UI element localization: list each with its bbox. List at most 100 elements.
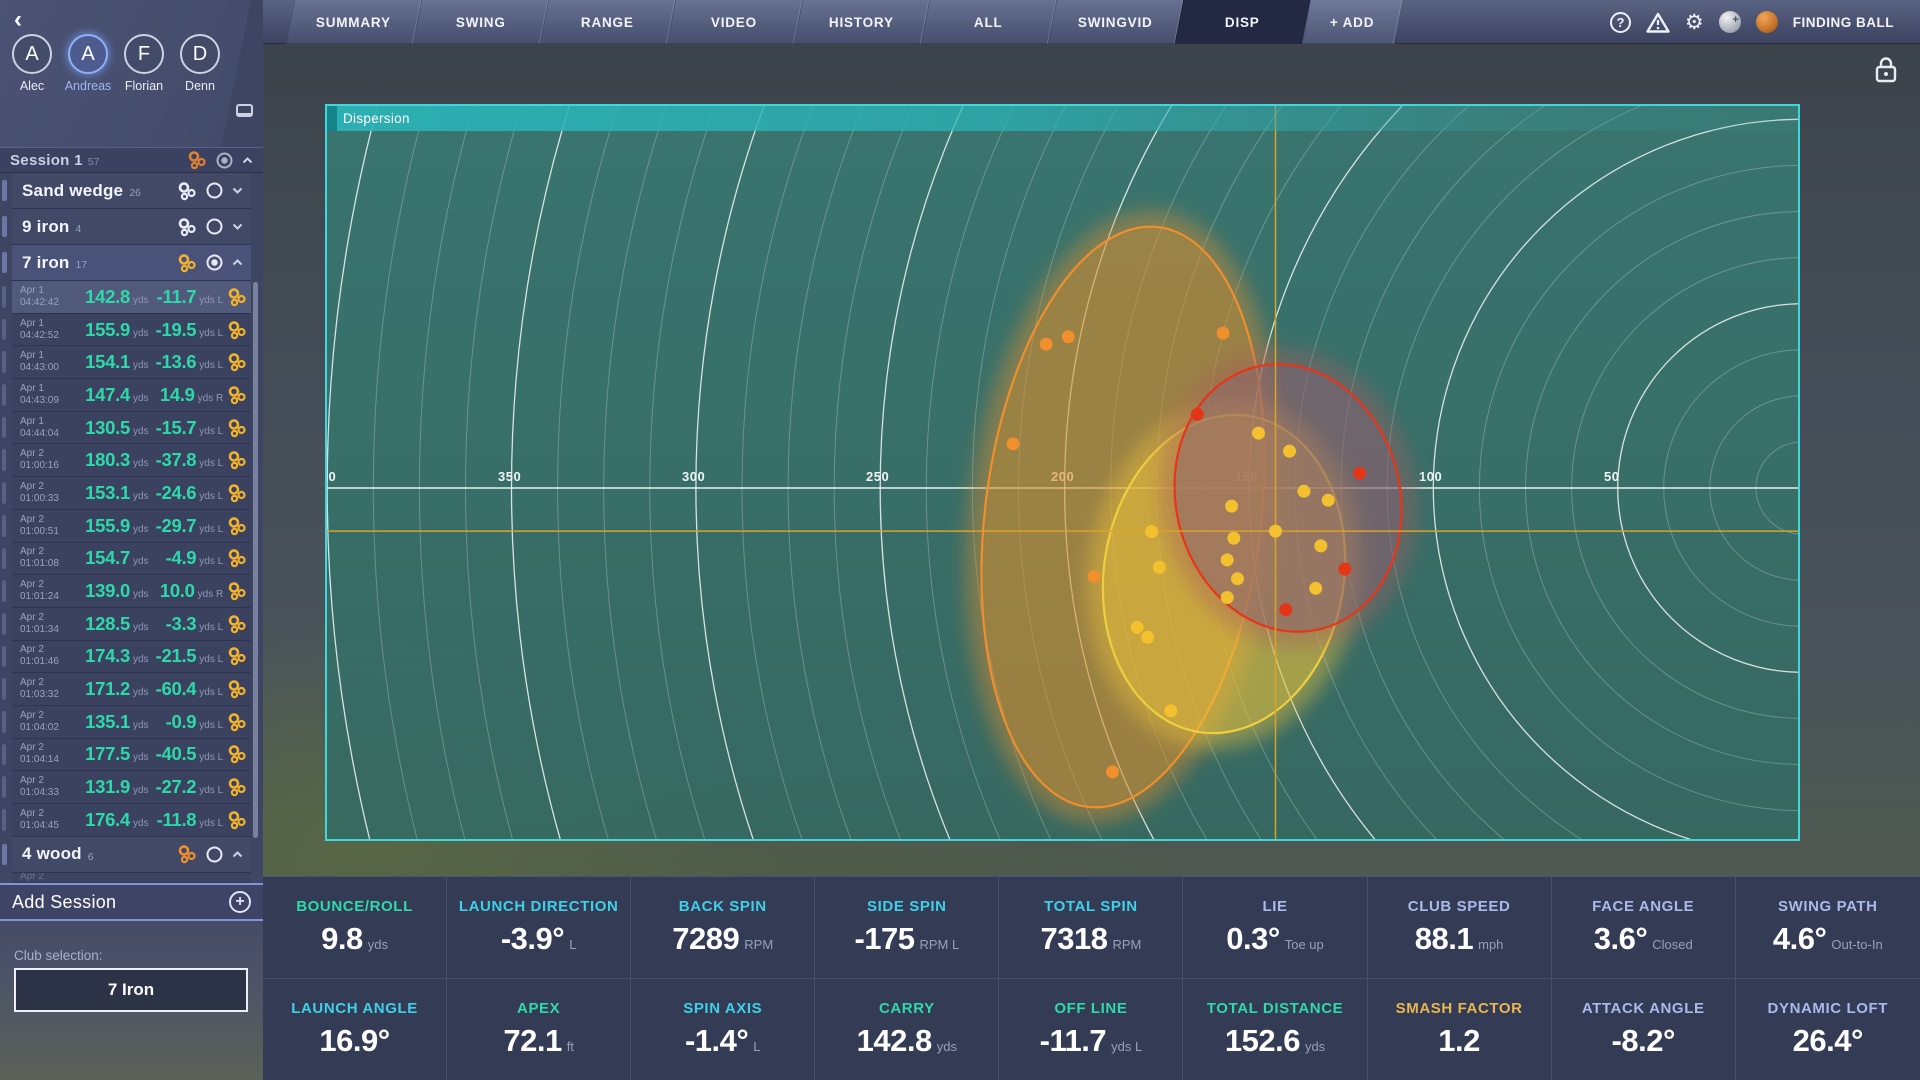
dispersion-panel-title: Dispersion	[327, 106, 1798, 131]
shot-dot-7-iron[interactable]	[1252, 427, 1265, 440]
shot-row[interactable]: Apr 201:04:33131.9yds-27.2yds L	[12, 771, 251, 804]
shot-dot-7-iron[interactable]	[1231, 572, 1244, 585]
shot-dot-7-iron[interactable]	[1225, 500, 1238, 513]
club-row-icons	[177, 217, 243, 237]
shot-row[interactable]: Apr 201:04:14177.5yds-40.5yds L	[12, 739, 251, 772]
club-row-7-iron[interactable]: 7 iron17	[12, 245, 251, 281]
shot-dot-4-wood[interactable]	[1106, 765, 1119, 778]
shot-row[interactable]: Apr 104:43:00154.1yds-13.6yds L	[12, 346, 251, 379]
session-header[interactable]: Session 1 57	[0, 147, 263, 173]
shot-dot-7-iron[interactable]	[1131, 621, 1144, 634]
tab-disp[interactable]: DISP	[1175, 0, 1311, 44]
shot-icon	[223, 483, 251, 503]
shot-row[interactable]: Apr 201:01:24139.0yds10.0yds R	[12, 575, 251, 608]
shot-time: 04:42:42	[20, 297, 69, 309]
shot-row[interactable]: Apr 201:00:33153.1yds-24.6yds L	[12, 477, 251, 510]
player-avatar-denn[interactable]: DDenn	[176, 34, 224, 93]
chevron-up-icon[interactable]	[232, 259, 243, 266]
chevron-down-icon[interactable]	[232, 187, 243, 194]
selected-club-toggle-icon[interactable]	[215, 151, 234, 170]
tab-all[interactable]: ALL	[921, 0, 1057, 44]
chevron-up-icon[interactable]	[242, 157, 253, 164]
shot-dot-7-iron[interactable]	[1309, 582, 1322, 595]
ring-label-300: 300	[682, 469, 705, 484]
club-toggle-icon[interactable]	[205, 181, 224, 200]
shot-row[interactable]: Apr 104:44:04130.5yds-15.7yds L	[12, 412, 251, 445]
shot-row[interactable]: Apr 201:01:34128.5yds-3.3yds L	[12, 608, 251, 641]
ball-add-icon[interactable]	[1719, 11, 1741, 33]
club-and-shot-list: Sand wedge269 iron47 iron17Apr 104:42:42…	[12, 173, 251, 883]
shot-dot-4-wood[interactable]	[1007, 437, 1020, 450]
player-avatar-andreas[interactable]: AAndreas	[64, 34, 112, 93]
stat-face-angle: FACE ANGLE3.6°Closed	[1552, 877, 1736, 978]
player-avatar-florian[interactable]: FFlorian	[120, 34, 168, 93]
shot-time: 01:00:16	[20, 460, 69, 472]
shot-dot-7-iron[interactable]	[1227, 532, 1240, 545]
shot-dot-7-iron[interactable]	[1322, 494, 1335, 507]
shot-dot-7-iron[interactable]	[1164, 704, 1177, 717]
shot-carry-unit: yds	[133, 295, 149, 306]
settings-gear-icon[interactable]: ⚙	[1685, 12, 1704, 33]
shot-row[interactable]: Apr 201:04:02135.1yds-0.9yds L	[12, 706, 251, 739]
chevron-up-icon[interactable]	[232, 851, 243, 858]
club-toggle-icon[interactable]	[205, 217, 224, 236]
shot-dot-4-wood[interactable]	[1088, 570, 1101, 583]
club-row-9-iron[interactable]: 9 iron4	[12, 209, 251, 245]
stat-value: -3.9°	[501, 921, 564, 957]
shot-dot-7-iron[interactable]	[1297, 485, 1310, 498]
scrollbar-thumb[interactable]	[253, 282, 258, 838]
back-arrow-icon[interactable]: ‹	[14, 6, 22, 34]
shot-dot-9-iron[interactable]	[1191, 408, 1204, 421]
shot-dot-9-iron[interactable]	[1338, 563, 1351, 576]
add-session-button[interactable]: Add Session +	[0, 883, 263, 921]
shot-dot-4-wood[interactable]	[1217, 327, 1230, 340]
shot-row[interactable]: Apr 201:03:32171.2yds-60.4yds L	[12, 673, 251, 706]
club-selection-dropdown[interactable]: 7 Iron	[14, 968, 248, 1012]
shot-row[interactable]: Apr 201:04:45176.4yds-11.8yds L	[12, 804, 251, 837]
shot-date: Apr 201:00:51	[20, 514, 69, 538]
shot-dot-7-iron[interactable]	[1314, 539, 1327, 552]
club-row-4-wood[interactable]: 4 wood6	[12, 837, 251, 873]
shot-row[interactable]: Apr 201:00:16180.3yds-37.8yds L	[12, 444, 251, 477]
club-row-sand-wedge[interactable]: Sand wedge26	[12, 173, 251, 209]
shot-dot-7-iron[interactable]	[1269, 525, 1282, 538]
shot-row[interactable]: Apr 201:01:46174.3yds-21.5yds L	[12, 641, 251, 674]
shot-dot-4-wood[interactable]	[1062, 330, 1075, 343]
shot-row[interactable]: Apr 201:01:08154.7yds-4.9yds L	[12, 543, 251, 576]
collapse-panel-icon[interactable]	[236, 104, 253, 117]
tab-range[interactable]: RANGE	[540, 0, 676, 44]
shot-dot-7-iron[interactable]	[1141, 631, 1154, 644]
selected-club-toggle-icon[interactable]	[205, 253, 224, 272]
shot-dot-7-iron[interactable]	[1153, 561, 1166, 574]
club-toggle-icon[interactable]	[205, 845, 224, 864]
shot-row[interactable]: Apr 2	[12, 873, 251, 883]
shot-row[interactable]: Apr 104:43:09147.4yds14.9yds R	[12, 379, 251, 412]
shot-row[interactable]: Apr 104:42:52155.9yds-19.5yds L	[12, 314, 251, 347]
shot-row[interactable]: Apr 104:42:42142.8yds-11.7yds L	[12, 281, 251, 314]
tab-history[interactable]: HISTORY	[794, 0, 930, 44]
tab-swingvid[interactable]: SWINGVID	[1048, 0, 1184, 44]
warning-icon[interactable]	[1646, 12, 1670, 33]
shot-dot-7-iron[interactable]	[1221, 553, 1234, 566]
shot-dot-7-iron[interactable]	[1283, 445, 1296, 458]
shot-offline-unit: yds L	[199, 818, 223, 829]
stats-row-2: LAUNCH ANGLE16.9°APEX72.1ftSPIN AXIS-1.4…	[263, 979, 1920, 1080]
tab-video[interactable]: VIDEO	[667, 0, 803, 44]
lock-icon[interactable]	[1872, 54, 1900, 86]
club-selection-label: Club selection:	[14, 948, 103, 963]
shot-row[interactable]: Apr 201:00:51155.9yds-29.7yds L	[12, 510, 251, 543]
tab-summary[interactable]: SUMMARY	[286, 0, 422, 44]
tab-swing[interactable]: SWING	[413, 0, 549, 44]
tab--add[interactable]: + ADD	[1302, 0, 1403, 44]
chevron-down-icon[interactable]	[232, 223, 243, 230]
shot-dot-9-iron[interactable]	[1353, 467, 1366, 480]
help-icon[interactable]: ?	[1610, 12, 1631, 33]
tab-label: VIDEO	[711, 15, 757, 30]
shot-dot-4-wood[interactable]	[1040, 338, 1053, 351]
shots-cluster-icon	[227, 287, 247, 307]
player-avatar-alec[interactable]: AAlec	[8, 34, 56, 93]
shot-date-day: Apr 2	[20, 742, 69, 754]
shot-dot-7-iron[interactable]	[1145, 525, 1158, 538]
shot-dot-7-iron[interactable]	[1221, 591, 1234, 604]
shot-dot-9-iron[interactable]	[1279, 603, 1292, 616]
